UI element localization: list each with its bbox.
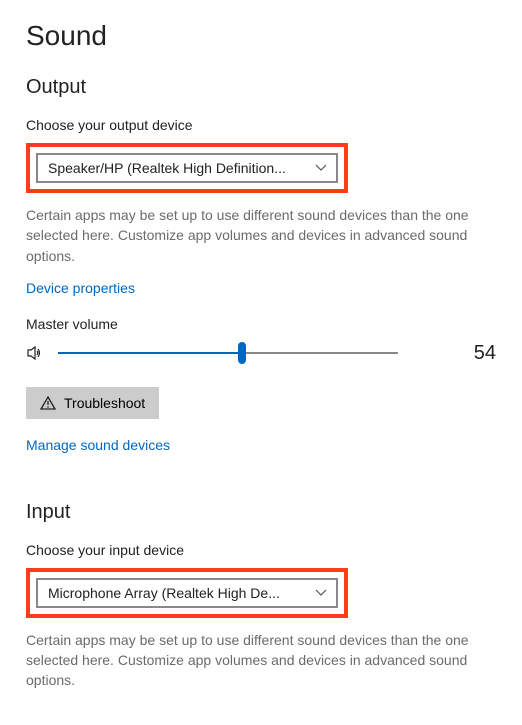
device-properties-link[interactable]: Device properties: [26, 280, 135, 296]
output-help-text: Certain apps may be set up to use differ…: [26, 205, 496, 266]
warning-icon: [40, 395, 56, 411]
master-volume-row: 54: [26, 342, 496, 365]
input-device-dropdown[interactable]: Microphone Array (Realtek High De...: [36, 578, 338, 608]
troubleshoot-button[interactable]: Troubleshoot: [26, 387, 159, 419]
output-device-dropdown[interactable]: Speaker/HP (Realtek High Definition...: [36, 153, 338, 183]
output-device-highlight: Speaker/HP (Realtek High Definition...: [26, 143, 348, 193]
input-device-label: Choose your input device: [26, 542, 496, 558]
chevron-down-icon: [314, 161, 328, 175]
speaker-icon[interactable]: [26, 344, 44, 362]
output-device-selected: Speaker/HP (Realtek High Definition...: [48, 160, 286, 176]
slider-fill: [58, 352, 242, 354]
output-heading: Output: [26, 76, 496, 99]
manage-sound-devices-link[interactable]: Manage sound devices: [26, 437, 170, 453]
input-device-highlight: Microphone Array (Realtek High De...: [26, 568, 348, 618]
input-help-text: Certain apps may be set up to use differ…: [26, 630, 496, 691]
input-heading: Input: [26, 501, 496, 524]
troubleshoot-label: Troubleshoot: [64, 395, 145, 411]
input-device-selected: Microphone Array (Realtek High De...: [48, 585, 280, 601]
master-volume-label: Master volume: [26, 316, 496, 332]
chevron-down-icon: [314, 586, 328, 600]
slider-thumb[interactable]: [238, 342, 246, 364]
output-device-label: Choose your output device: [26, 117, 496, 133]
page-title: Sound: [26, 20, 496, 52]
master-volume-value: 54: [444, 342, 496, 365]
master-volume-slider[interactable]: [58, 343, 398, 363]
